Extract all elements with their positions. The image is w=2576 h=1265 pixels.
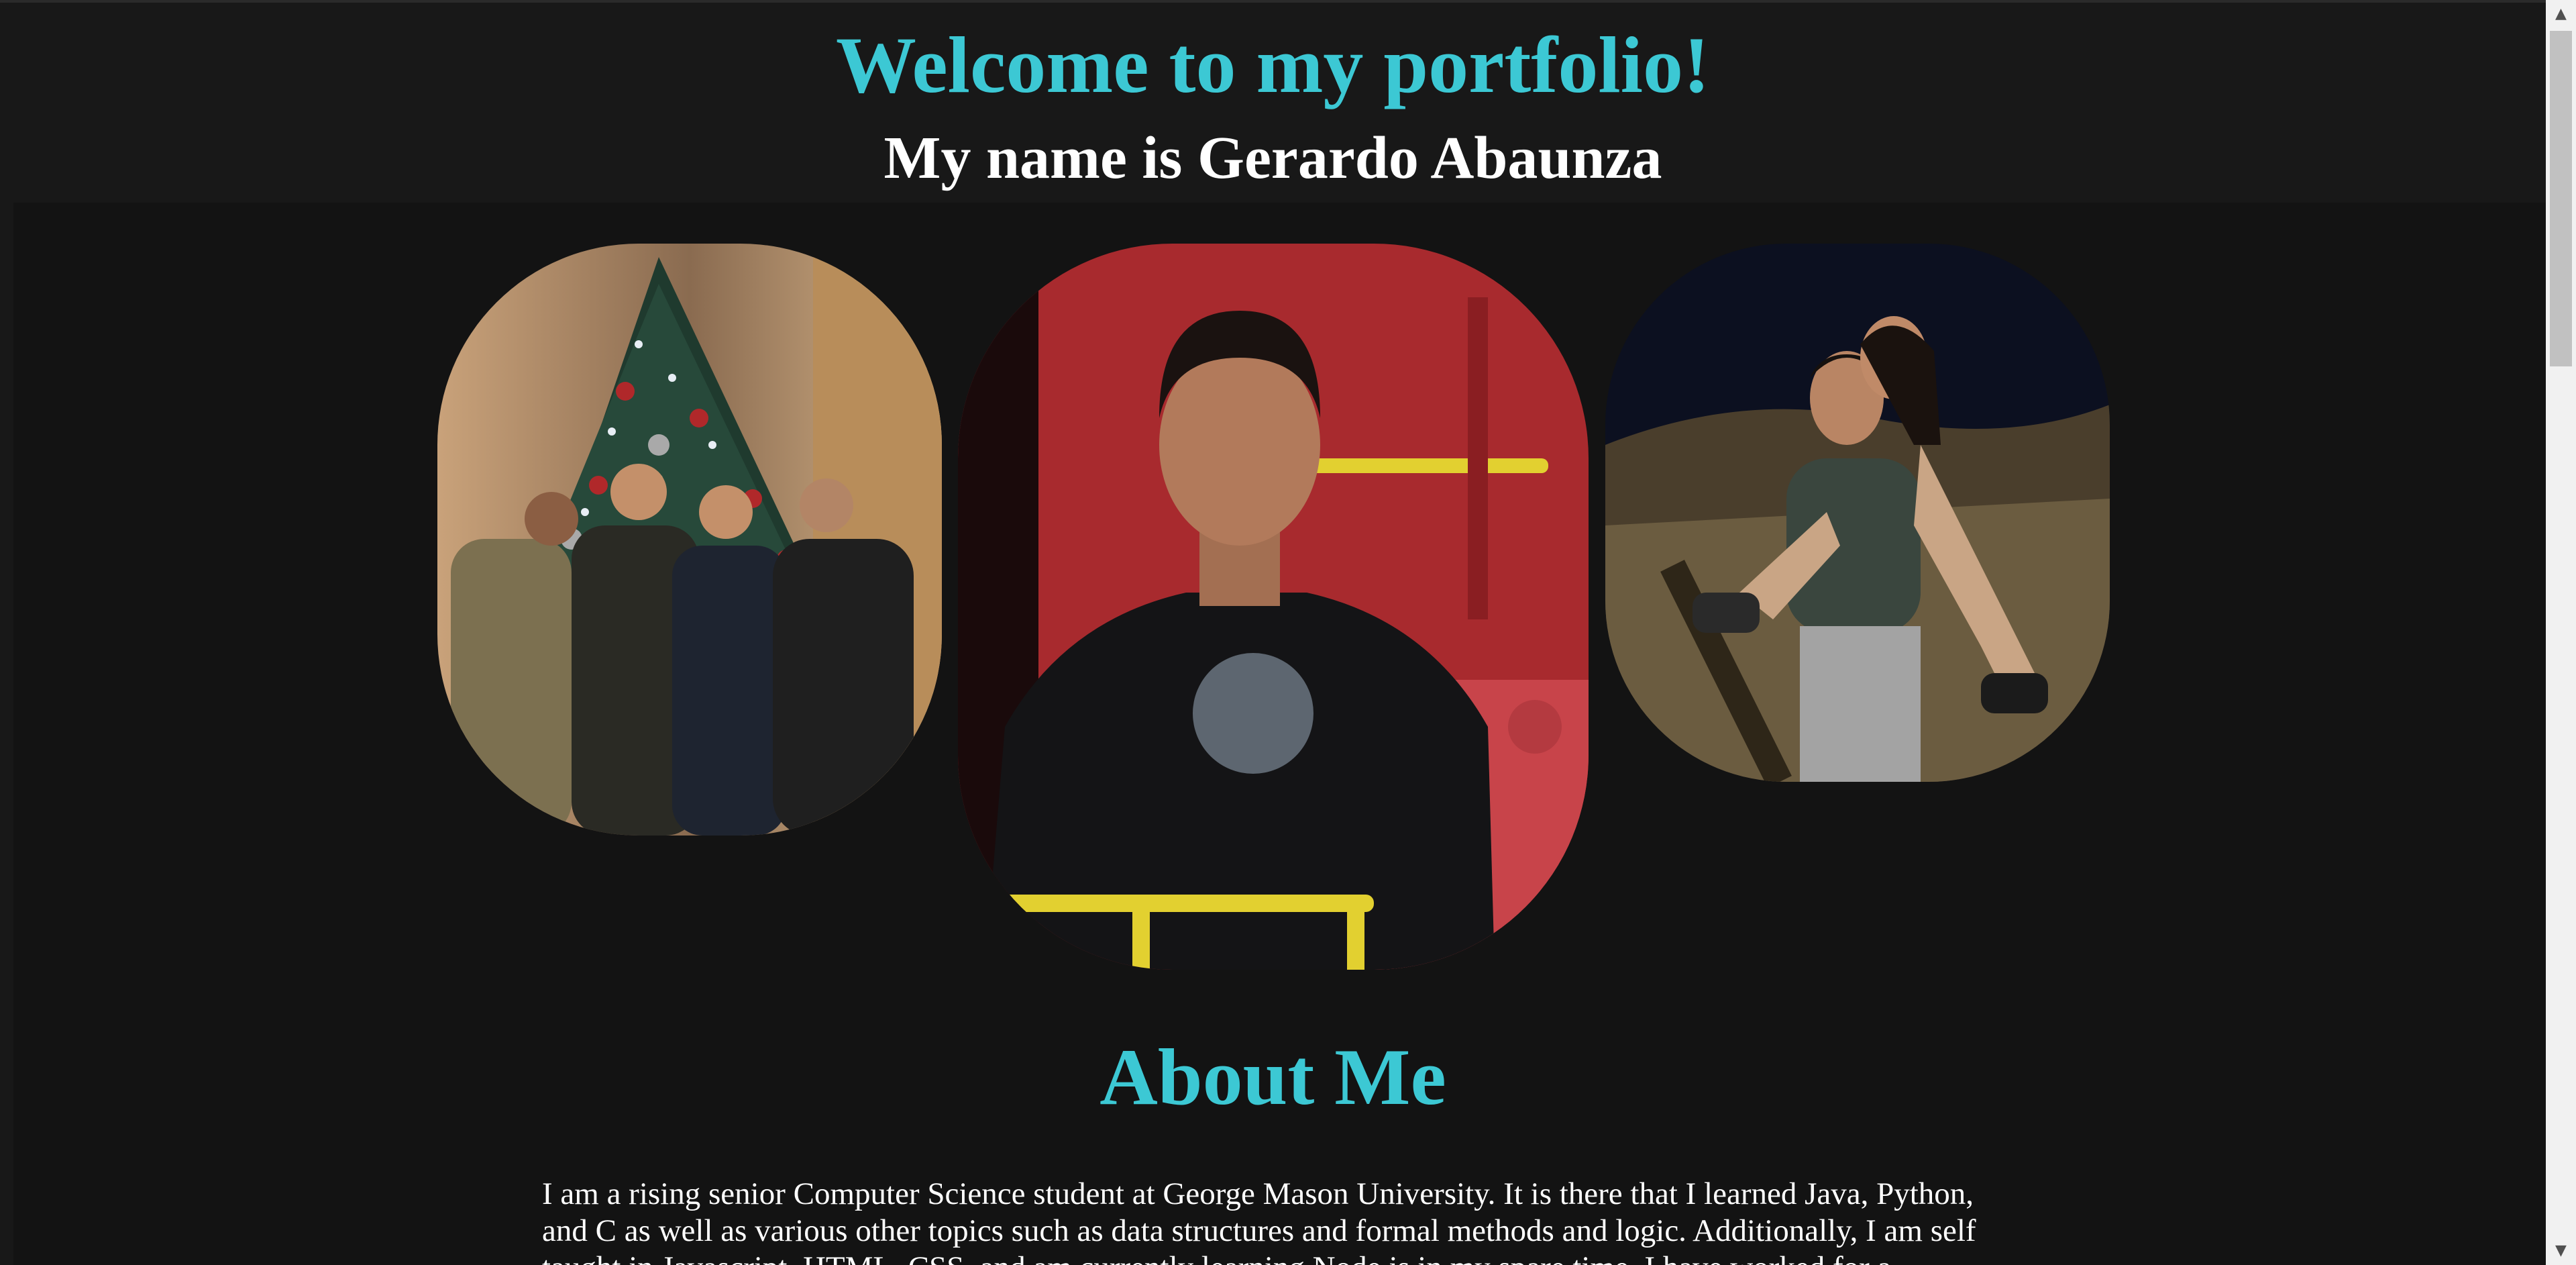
vertical-scrollbar[interactable]: ▲ ▼ [2546,0,2576,1265]
group-christmas-tree-photo [437,244,942,836]
couple-piggyback-photo [1605,244,2110,782]
scroll-up-arrow-icon[interactable]: ▲ [2546,0,2576,28]
page-header: Welcome to my portfolio! My name is Gera… [0,0,2546,203]
about-me-paragraph: I am a rising senior Computer Science st… [542,1176,1976,1265]
about-me-heading: About Me [1099,1032,1446,1121]
name-heading: My name is Gerardo Abaunza [883,125,1662,191]
portrait-red-train-photo [958,244,1589,970]
page-viewport: Welcome to my portfolio! My name is Gera… [0,0,2546,1265]
scroll-down-arrow-icon[interactable]: ▼ [2546,1237,2576,1265]
welcome-heading: Welcome to my portfolio! [836,20,1710,109]
scrollbar-thumb[interactable] [2550,31,2572,366]
